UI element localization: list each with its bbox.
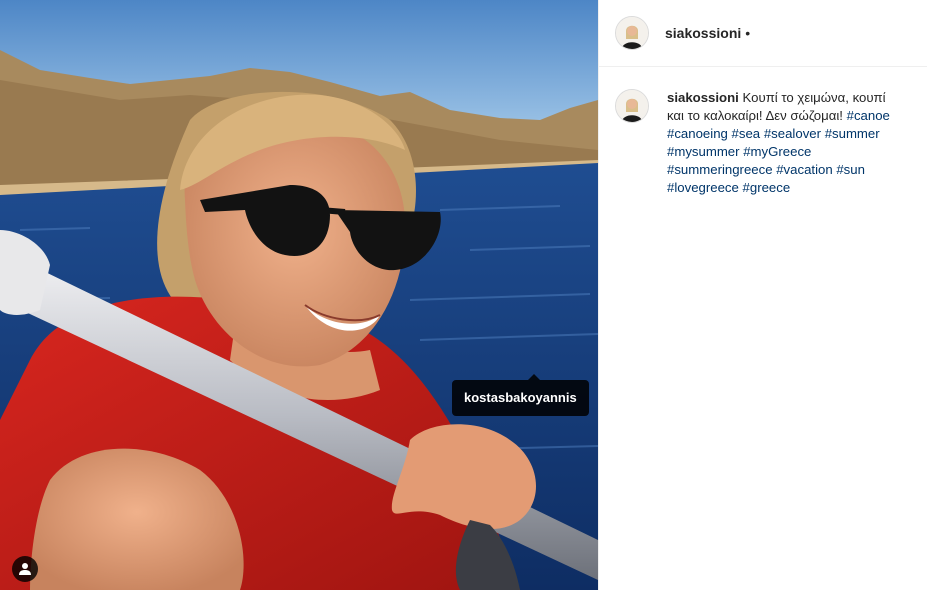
- instagram-post: kostasbakoyannis siakossioni • siakossio…: [0, 0, 927, 590]
- post-side-panel: siakossioni • siakossioni Κουπί το χειμώ…: [598, 0, 927, 590]
- hashtag-link[interactable]: #canoe: [847, 108, 890, 123]
- caption-username[interactable]: siakossioni: [667, 90, 739, 105]
- hashtag-link[interactable]: #sun: [836, 162, 865, 177]
- avatar[interactable]: [615, 89, 649, 123]
- profile-picture-icon: [616, 17, 648, 49]
- hashtag-link[interactable]: #lovegreece: [667, 180, 739, 195]
- hashtag-link[interactable]: #myGreece: [743, 144, 811, 159]
- header-username[interactable]: siakossioni: [665, 25, 741, 41]
- hashtag-link[interactable]: #vacation: [776, 162, 832, 177]
- caption-comment: siakossioni Κουπί το χειμώνα, κουπί και …: [599, 67, 927, 197]
- post-photo[interactable]: kostasbakoyannis: [0, 0, 598, 590]
- avatar[interactable]: [615, 16, 649, 50]
- hashtag-link[interactable]: #mysummer: [667, 144, 740, 159]
- hashtag-link[interactable]: #sea: [732, 126, 761, 141]
- profile-picture-icon: [616, 90, 648, 122]
- hashtag-link[interactable]: #summeringreece: [667, 162, 773, 177]
- person-icon: [19, 563, 31, 575]
- hashtag-link[interactable]: #sealover: [764, 126, 821, 141]
- kayak-selfie-image: [0, 0, 598, 590]
- user-tag-label[interactable]: kostasbakoyannis: [452, 374, 589, 416]
- hashtag-link[interactable]: #greece: [743, 180, 791, 195]
- hashtag-link[interactable]: #summer: [825, 126, 880, 141]
- tagged-users-button[interactable]: [12, 556, 38, 582]
- hashtag-link[interactable]: #canoeing: [667, 126, 728, 141]
- header-separator: •: [745, 25, 751, 41]
- caption-text-block: siakossioni Κουπί το χειμώνα, κουπί και …: [667, 89, 893, 197]
- post-header: siakossioni •: [599, 0, 927, 67]
